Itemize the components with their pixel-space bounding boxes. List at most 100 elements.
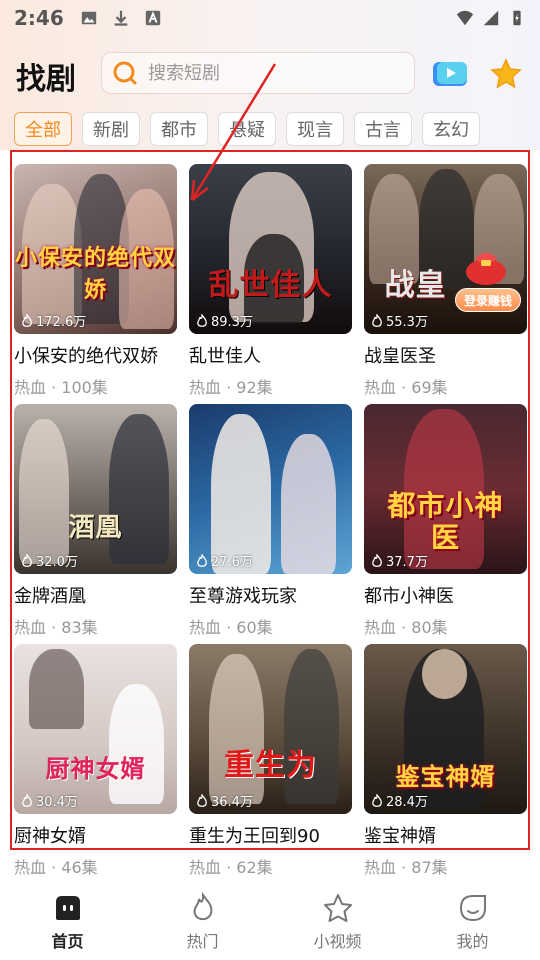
drama-title: 小保安的绝代双娇 bbox=[14, 346, 158, 367]
tab-urban[interactable]: 都市 bbox=[150, 112, 208, 146]
poster-title: 酒凰 bbox=[68, 513, 123, 543]
drama-meta: 热血 · 100集 bbox=[14, 378, 108, 397]
view-count: 32.0万 bbox=[20, 551, 78, 570]
drama-poster: 战皇 登录赚钱 55.3万 bbox=[364, 164, 527, 334]
drama-meta: 热血 · 87集 bbox=[364, 858, 448, 877]
drama-card[interactable]: 战皇 登录赚钱 55.3万 战皇医圣 热血 · 69集 bbox=[364, 164, 527, 404]
flame-icon bbox=[372, 553, 382, 567]
tab-fantasy[interactable]: 玄幻 bbox=[422, 112, 480, 146]
status-time: 2:46 bbox=[14, 6, 64, 30]
home-icon bbox=[55, 896, 80, 920]
drama-poster: 小保安的绝代双娇 172.6万 bbox=[14, 164, 177, 334]
favorite-star-icon[interactable] bbox=[490, 58, 522, 90]
drama-title: 鉴宝神婿 bbox=[364, 826, 436, 847]
view-count: 28.4万 bbox=[370, 791, 428, 810]
tv-play-icon[interactable] bbox=[432, 60, 468, 88]
nav-label: 首页 bbox=[51, 932, 84, 951]
drama-card[interactable]: 酒凰 32.0万 金牌酒凰 热血 · 83集 bbox=[14, 404, 177, 644]
drama-title: 厨神女婿 bbox=[14, 826, 86, 847]
drama-card[interactable]: 都市小神医 37.7万 都市小神医 热血 · 80集 bbox=[364, 404, 527, 644]
drama-poster: 都市小神医 37.7万 bbox=[364, 404, 527, 574]
flame-icon bbox=[372, 793, 382, 807]
flame-icon bbox=[197, 313, 207, 327]
drama-poster: 酒凰 32.0万 bbox=[14, 404, 177, 574]
poster-title: 小保安的绝代双娇 bbox=[14, 245, 176, 303]
nav-label: 我的 bbox=[456, 932, 489, 951]
drama-meta: 热血 · 83集 bbox=[14, 618, 98, 637]
search-icon bbox=[113, 61, 137, 85]
drama-poster: 乱世佳人 89.3万 bbox=[189, 164, 352, 334]
nav-hot[interactable]: 热门 bbox=[135, 880, 270, 960]
view-count: 37.7万 bbox=[370, 551, 428, 570]
tab-mystery[interactable]: 悬疑 bbox=[218, 112, 276, 146]
view-count: 36.4万 bbox=[195, 791, 253, 810]
flame-icon bbox=[197, 793, 207, 807]
poster-title: 鉴宝神婿 bbox=[395, 762, 496, 791]
drama-title: 战皇医圣 bbox=[364, 346, 436, 367]
flame-icon bbox=[372, 313, 382, 327]
drama-title: 都市小神医 bbox=[364, 586, 454, 607]
drama-meta: 热血 · 62集 bbox=[189, 858, 273, 877]
bottom-nav: 首页 热门 小视频 我的 bbox=[0, 880, 540, 960]
text-a-icon bbox=[145, 10, 160, 26]
drama-title: 至尊游戏玩家 bbox=[189, 586, 297, 607]
nav-short-video[interactable]: 小视频 bbox=[270, 880, 405, 960]
poster-title: 乱世佳人 bbox=[208, 268, 333, 303]
nav-label: 热门 bbox=[186, 932, 219, 951]
wifi-icon bbox=[456, 10, 474, 26]
drama-card[interactable]: 27.6万 至尊游戏玩家 热血 · 60集 bbox=[189, 404, 352, 644]
search-box[interactable] bbox=[101, 52, 415, 94]
nav-profile[interactable]: 我的 bbox=[405, 880, 540, 960]
drama-meta: 热血 · 60集 bbox=[189, 618, 273, 637]
download-icon bbox=[114, 10, 128, 26]
page-title: 找剧 bbox=[16, 62, 76, 97]
drama-title: 乱世佳人 bbox=[189, 346, 261, 367]
category-tabs: 全部 新剧 都市 悬疑 现言 古言 玄幻 bbox=[14, 112, 540, 148]
view-count: 89.3万 bbox=[195, 311, 253, 330]
nav-home[interactable]: 首页 bbox=[0, 880, 135, 960]
header: 找剧 bbox=[0, 50, 540, 100]
view-count: 27.6万 bbox=[195, 551, 253, 570]
drama-title: 金牌酒凰 bbox=[14, 586, 86, 607]
tab-ancient-romance[interactable]: 古言 bbox=[354, 112, 412, 146]
tab-modern-romance[interactable]: 现言 bbox=[286, 112, 344, 146]
flame-icon bbox=[22, 793, 32, 807]
nav-label: 小视频 bbox=[313, 932, 362, 951]
tab-new[interactable]: 新剧 bbox=[82, 112, 140, 146]
flame-icon bbox=[197, 553, 207, 567]
view-count: 172.6万 bbox=[20, 311, 86, 330]
red-envelope-bag-icon[interactable] bbox=[463, 246, 509, 286]
drama-card[interactable]: 重生为 36.4万 重生为王回到90 热血 · 62集 bbox=[189, 644, 352, 884]
drama-title: 重生为王回到90 bbox=[189, 826, 320, 847]
drama-poster: 27.6万 bbox=[189, 404, 352, 574]
profile-icon bbox=[459, 895, 486, 922]
drama-meta: 热血 · 69集 bbox=[364, 378, 448, 397]
image-icon bbox=[81, 11, 96, 25]
status-bar: 2:46 bbox=[0, 0, 540, 36]
search-input[interactable] bbox=[148, 62, 388, 84]
tab-all[interactable]: 全部 bbox=[14, 112, 72, 146]
poster-title: 厨神女婿 bbox=[45, 754, 146, 783]
drama-meta: 热血 · 92集 bbox=[189, 378, 273, 397]
star-icon bbox=[323, 894, 352, 922]
drama-card[interactable]: 鉴宝神婿 28.4万 鉴宝神婿 热血 · 87集 bbox=[364, 644, 527, 884]
drama-card[interactable]: 乱世佳人 89.3万 乱世佳人 热血 · 92集 bbox=[189, 164, 352, 404]
flame-icon bbox=[22, 313, 32, 327]
view-count: 30.4万 bbox=[20, 791, 78, 810]
drama-meta: 热血 · 46集 bbox=[14, 858, 98, 877]
drama-grid: 小保安的绝代双娇 172.6万 小保安的绝代双娇 热血 · 100集 乱世佳人 … bbox=[14, 164, 528, 884]
poster-title: 都市小神医 bbox=[387, 489, 504, 554]
drama-poster: 鉴宝神婿 28.4万 bbox=[364, 644, 527, 814]
login-earn-badge[interactable]: 登录赚钱 bbox=[454, 288, 521, 312]
drama-meta: 热血 · 80集 bbox=[364, 618, 448, 637]
drama-card[interactable]: 厨神女婿 30.4万 厨神女婿 热血 · 46集 bbox=[14, 644, 177, 884]
drama-poster: 重生为 36.4万 bbox=[189, 644, 352, 814]
signal-icon bbox=[483, 10, 499, 26]
drama-poster: 厨神女婿 30.4万 bbox=[14, 644, 177, 814]
flame-icon bbox=[22, 553, 32, 567]
view-count: 55.3万 bbox=[370, 311, 428, 330]
flame-icon bbox=[193, 892, 212, 921]
poster-title: 重生为 bbox=[224, 748, 317, 783]
drama-card[interactable]: 小保安的绝代双娇 172.6万 小保安的绝代双娇 热血 · 100集 bbox=[14, 164, 177, 404]
battery-icon bbox=[513, 10, 521, 26]
